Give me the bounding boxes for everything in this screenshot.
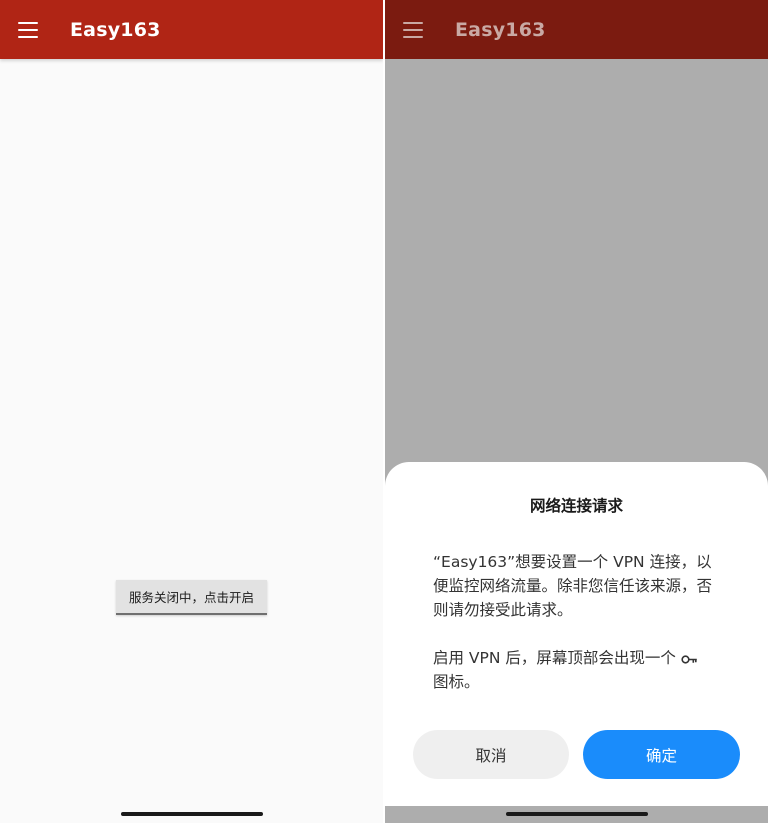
menu-icon[interactable] [403,21,423,38]
vpn-connection-dialog: 网络连接请求 “Easy163”想要设置一个 VPN 连接，以便监控网络流量。除… [385,462,768,806]
menu-icon[interactable] [18,21,38,38]
app-bar: Easy163 [385,0,768,59]
cancel-button[interactable]: 取消 [413,730,569,779]
service-toggle-button[interactable]: 服务关闭中，点击开启 [116,580,267,615]
home-indicator[interactable] [120,812,263,816]
app-title: Easy163 [455,18,546,41]
dialog-note: 启用 VPN 后，屏幕顶部会出现一个 图标。 [433,646,718,694]
dialog-message: “Easy163”想要设置一个 VPN 连接，以便监控网络流量。除非您信任该来源… [433,553,713,619]
dialog-body: “Easy163”想要设置一个 VPN 连接，以便监控网络流量。除非您信任该来源… [433,550,718,694]
right-screen: Easy163 网络连接请求 “Easy163”想要设置一个 VPN 连接，以便… [385,0,768,823]
app-title: Easy163 [70,18,161,41]
dialog-note-prefix: 启用 VPN 后，屏幕顶部会出现一个 [433,649,676,667]
left-screen: Easy163 服务关闭中，点击开启 [0,0,383,823]
confirm-button[interactable]: 确定 [583,730,740,779]
home-indicator[interactable] [505,812,648,816]
dialog-note-suffix: 图标。 [433,673,480,691]
app-bar: Easy163 [0,0,383,59]
dialog-title: 网络连接请求 [529,497,623,515]
vpn-key-icon [681,655,697,664]
